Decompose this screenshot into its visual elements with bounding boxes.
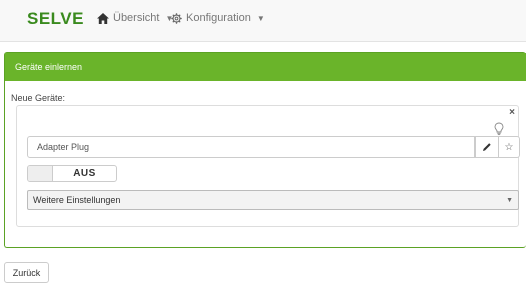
device-name-input[interactable]: Adapter Plug [27,136,475,158]
home-icon [97,12,109,24]
more-settings-select[interactable]: Weitere Einstellungen ▼ [27,190,519,210]
favorite-button[interactable]: ☆ [498,136,520,158]
select-value: Weitere Einstellungen [33,195,121,205]
star-icon: ☆ [504,141,514,153]
nav-overview-label: Übersicht [113,12,160,24]
toggle-knob [28,166,53,181]
pencil-icon [482,142,492,152]
chevron-down-icon: ▼ [506,196,513,204]
nav-config-dropdown[interactable]: Konfiguration ▼ [171,12,265,24]
caret-down-icon: ▼ [256,13,265,23]
back-button[interactable]: Zurück [4,262,49,283]
learn-devices-panel: Geräte einlernen Neue Geräte: × Adapter … [4,52,526,248]
close-icon[interactable]: × [509,107,515,118]
toggle-label: AUS [73,168,96,179]
nav-overview-dropdown[interactable]: Übersicht ▼ [97,12,173,24]
navbar: SELVE Übersicht ▼ Konfiguration ▼ [0,0,526,42]
edit-name-button[interactable] [475,136,499,158]
power-toggle[interactable]: AUS [27,165,117,182]
new-devices-label: Neue Geräte: [11,93,66,103]
brand-logo[interactable]: SELVE [27,9,84,29]
panel-title: Geräte einlernen [5,53,526,81]
device-card: × Adapter Plug ☆ AUS Weitere Einstellung… [16,105,520,227]
nav-config-label: Konfiguration [186,12,251,24]
lightbulb-icon[interactable] [494,122,504,136]
gear-icon [171,12,182,24]
